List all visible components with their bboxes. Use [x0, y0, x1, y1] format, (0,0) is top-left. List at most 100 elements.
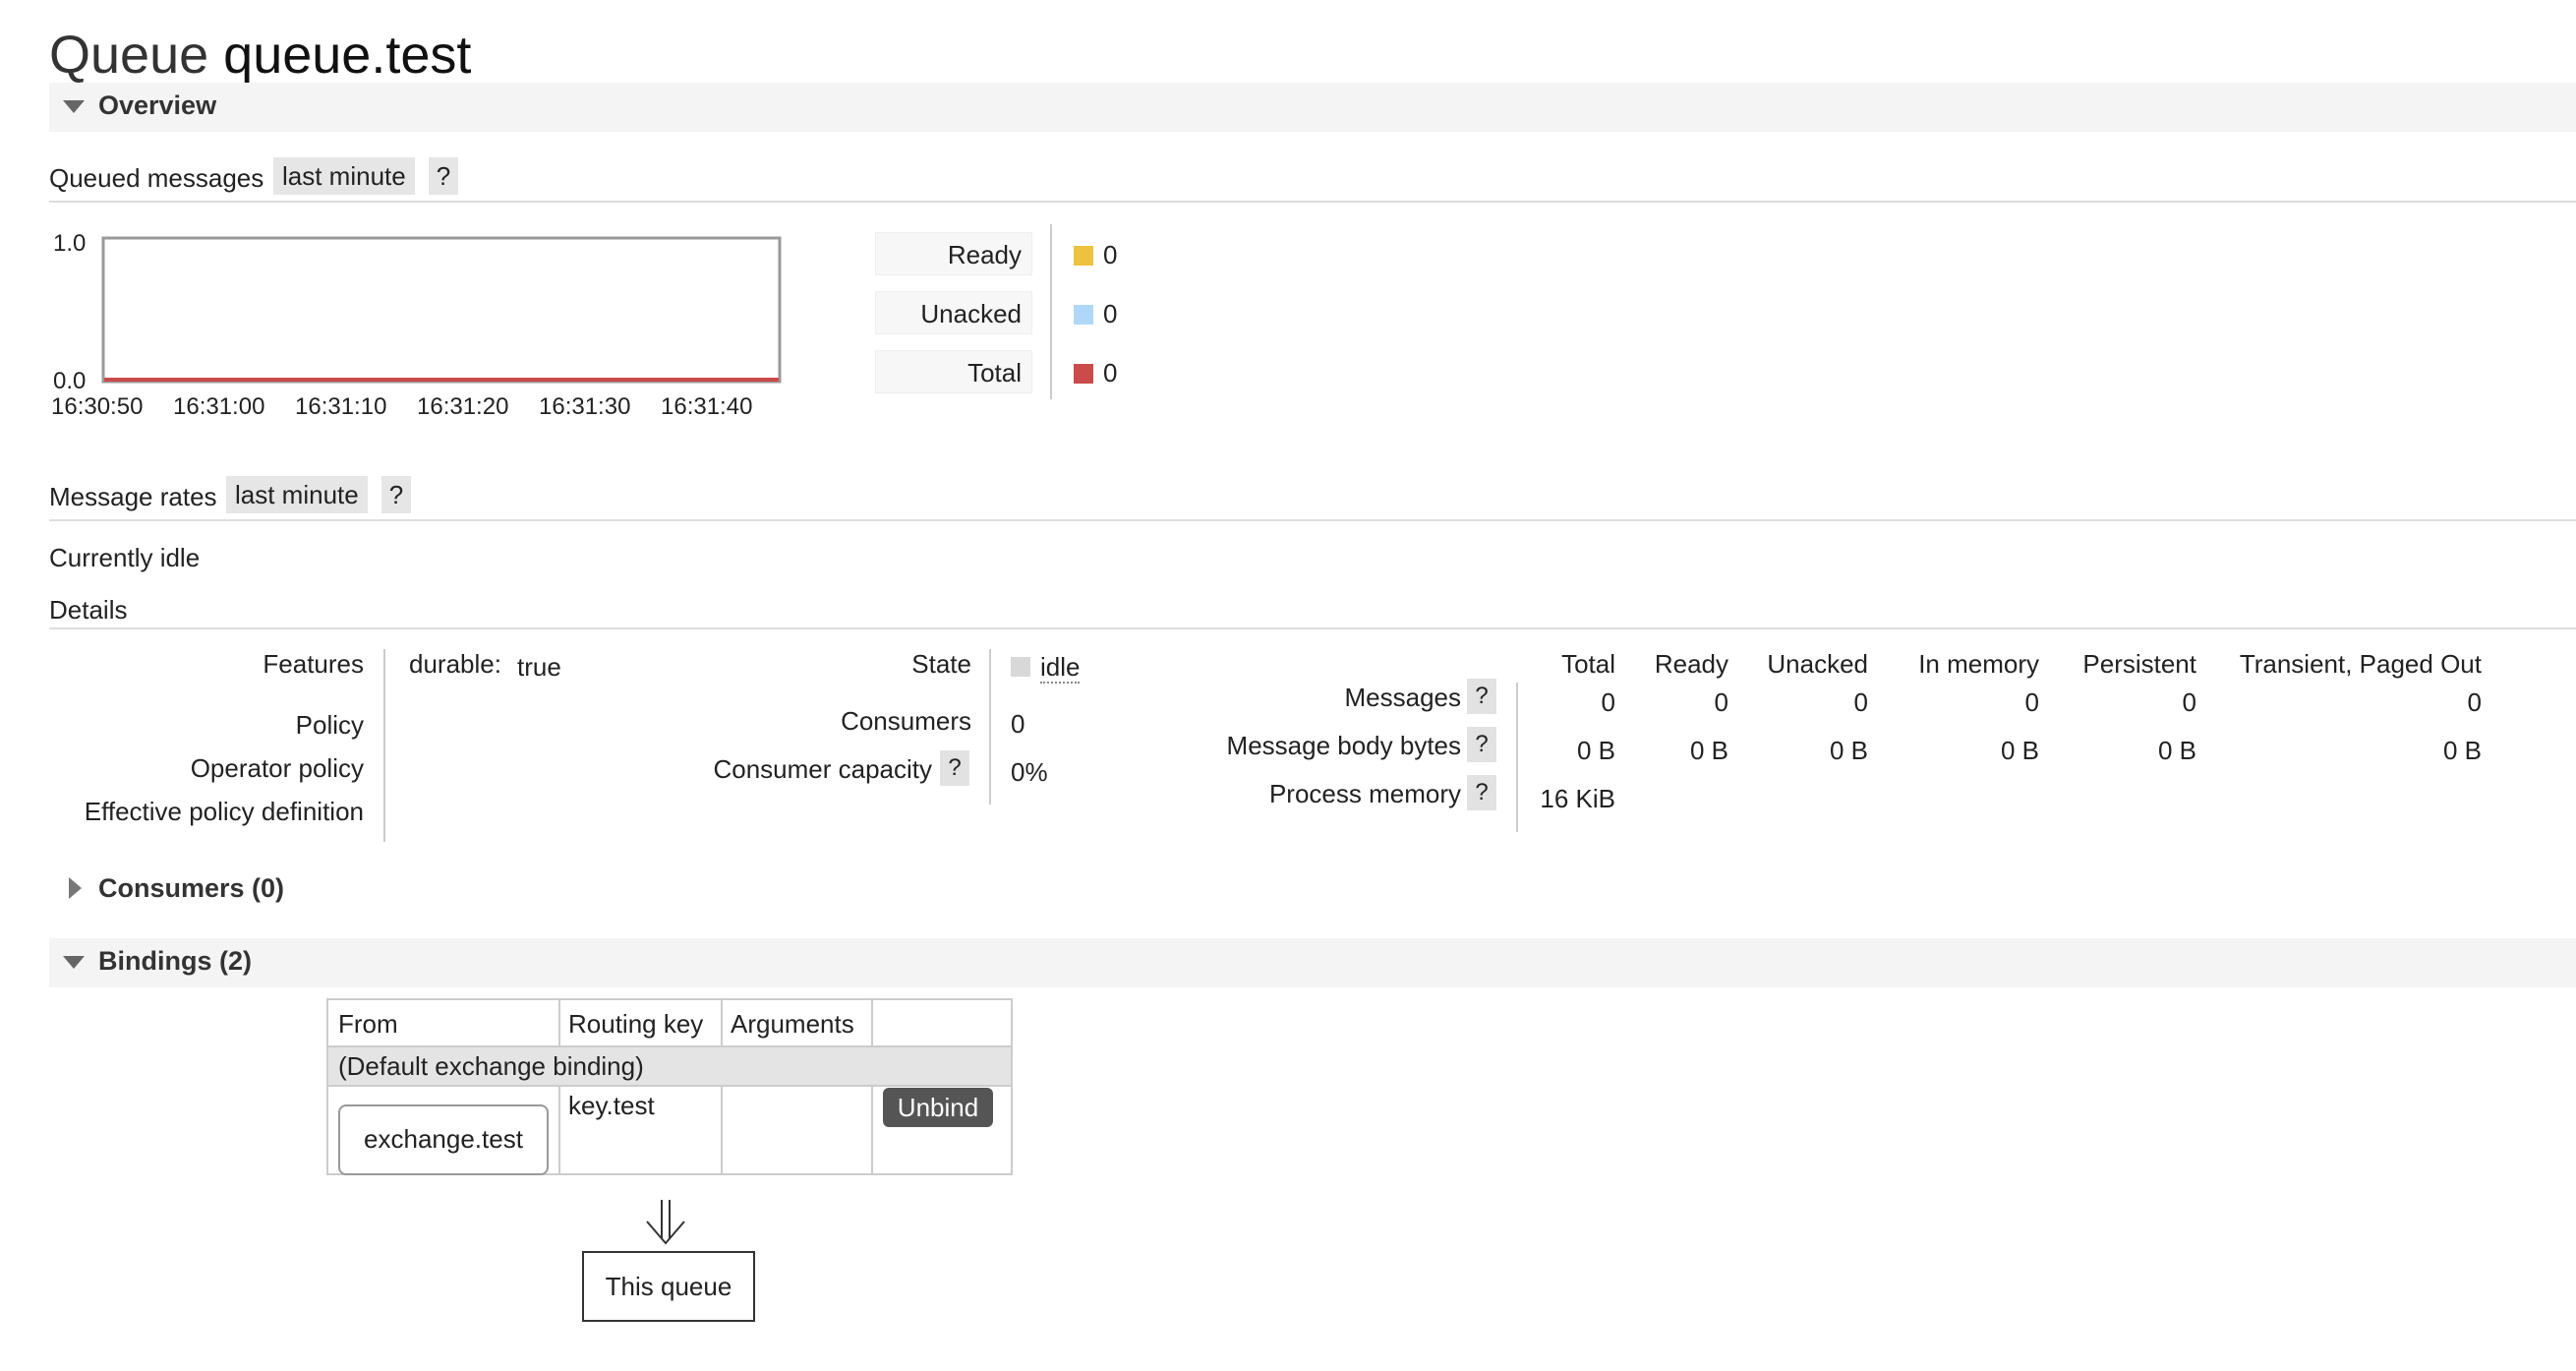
- ready-color-swatch: [1074, 246, 1093, 266]
- messages-persistent: 0: [2182, 687, 2196, 717]
- exchange-link[interactable]: exchange.test: [338, 1104, 549, 1175]
- bindings-header-routing-key: Routing key: [568, 1009, 704, 1039]
- messages-ready: 0: [1714, 687, 1728, 717]
- message-rates-header: Message rates last minute ?: [49, 476, 2576, 521]
- details-label: Details: [49, 595, 128, 625]
- rates-range-selector[interactable]: last minute: [226, 476, 368, 513]
- consumer-capacity-value: 0%: [1011, 757, 1048, 787]
- default-binding-text: (Default exchange binding): [338, 1051, 644, 1081]
- consumers-value: 0: [1011, 709, 1025, 739]
- currently-idle-text: Currently idle: [49, 543, 201, 572]
- bytes-unacked: 0 B: [1829, 736, 1868, 765]
- state-indicator-icon: [1011, 657, 1030, 677]
- effective-policy-label: Effective policy definition: [84, 797, 364, 826]
- page-title: Queue queue.test: [49, 24, 471, 87]
- messages-unacked: 0: [1853, 687, 1868, 717]
- bindings-section-toggle[interactable]: Bindings (2): [49, 938, 2576, 987]
- legend-unacked: Unacked: [875, 291, 1032, 334]
- bytes-ready: 0 B: [1689, 736, 1728, 765]
- bytes-in-memory: 0 B: [2000, 736, 2039, 765]
- collapse-triangle-icon: [63, 100, 85, 113]
- default-binding-row: (Default exchange binding): [328, 1047, 1011, 1087]
- legend-ready-label: Ready: [947, 240, 1022, 269]
- body-bytes-help-button[interactable]: ?: [1467, 727, 1496, 762]
- unacked-color-swatch: [1074, 305, 1093, 325]
- messages-label: Messages: [1344, 683, 1462, 712]
- bytes-transient: 0 B: [2442, 736, 2482, 765]
- col-divider: [721, 1000, 723, 1047]
- x-tick-label: 16:31:20: [417, 393, 508, 420]
- queued-range-selector[interactable]: last minute: [273, 157, 415, 195]
- features-label: Features: [263, 649, 364, 679]
- x-tick-label: 16:31:30: [539, 393, 630, 420]
- details-divider-1: [383, 649, 385, 842]
- state-label: State: [911, 649, 971, 679]
- process-memory-value: 16 KiB: [1540, 784, 1615, 813]
- stats-header-transient: Transient, Paged Out: [2239, 649, 2482, 679]
- unbind-button[interactable]: Unbind: [883, 1088, 993, 1127]
- state-value: idle: [1040, 652, 1081, 684]
- col-divider: [721, 1087, 723, 1173]
- policy-label: Policy: [295, 710, 364, 740]
- col-divider: [871, 1000, 873, 1047]
- consumers-section-toggle[interactable]: Consumers (0): [49, 865, 2576, 915]
- stats-header-persistent: Persistent: [2082, 649, 2196, 679]
- col-divider: [558, 1000, 560, 1047]
- stats-header-total: Total: [1561, 649, 1615, 679]
- exchange-name: exchange.test: [364, 1124, 523, 1154]
- operator-policy-label: Operator policy: [190, 753, 364, 783]
- x-tick-label: 16:31:10: [295, 393, 386, 420]
- overview-label: Overview: [98, 90, 217, 120]
- bindings-header-arguments: Arguments: [731, 1009, 854, 1039]
- process-memory-help-button[interactable]: ?: [1467, 775, 1496, 810]
- consumer-capacity-label: Consumer capacity: [713, 754, 932, 784]
- stats-header-in-memory: In memory: [1918, 649, 2039, 679]
- queued-messages-chart: 1.0 0.0 16:30:50 16:31:00 16:31:10 16:31:20…: [51, 230, 782, 420]
- bytes-total: 0 B: [1576, 736, 1615, 765]
- legend-total-value: 0: [1103, 358, 1118, 387]
- queued-messages-label: Queued messages: [49, 163, 264, 193]
- queued-messages-header: Queued messages last minute ?: [49, 157, 2576, 203]
- bindings-header-from: From: [338, 1009, 398, 1039]
- messages-total: 0: [1601, 687, 1615, 717]
- legend-ready-value: 0: [1103, 240, 1118, 269]
- x-tick-label: 16:30:50: [51, 393, 143, 420]
- process-memory-label: Process memory: [1268, 779, 1461, 808]
- x-tick-label: 16:31:40: [661, 393, 752, 420]
- col-divider: [871, 1087, 873, 1173]
- y-min-label: 0.0: [53, 368, 86, 394]
- page-title-prefix: Queue: [49, 26, 209, 85]
- routing-key-value: key.test: [568, 1091, 655, 1120]
- features-key: durable:: [409, 649, 501, 679]
- y-max-label: 1.0: [53, 230, 86, 257]
- legend-total-label: Total: [967, 358, 1022, 387]
- legend-total: Total: [875, 350, 1032, 393]
- legend-ready: Ready: [875, 232, 1032, 275]
- queued-help-button[interactable]: ?: [429, 157, 458, 195]
- messages-in-memory: 0: [2024, 687, 2039, 717]
- this-queue-label: This queue: [605, 1272, 732, 1301]
- queue-name: queue.test: [223, 26, 472, 85]
- messages-help-button[interactable]: ?: [1467, 679, 1496, 714]
- messages-transient: 0: [2467, 687, 2482, 717]
- total-color-swatch: [1074, 364, 1093, 384]
- stats-header-unacked: Unacked: [1767, 649, 1868, 679]
- details-header: Details: [49, 590, 2576, 629]
- expand-triangle-icon: [69, 877, 82, 899]
- rates-help-button[interactable]: ?: [381, 476, 411, 513]
- overview-section-toggle[interactable]: Overview: [49, 83, 2576, 132]
- legend-unacked-value: 0: [1103, 299, 1118, 328]
- x-tick-label: 16:31:00: [173, 393, 264, 420]
- stats-divider: [1516, 683, 1518, 832]
- stats-header-ready: Ready: [1654, 649, 1728, 679]
- message-rates-label: Message rates: [49, 482, 217, 511]
- consumers-label: Consumers (0): [98, 873, 285, 903]
- consumer-capacity-help-button[interactable]: ?: [940, 750, 969, 786]
- details-divider-2: [989, 649, 991, 805]
- plot-area: [101, 236, 782, 384]
- collapse-triangle-icon: [63, 956, 85, 969]
- col-divider: [558, 1087, 560, 1173]
- bindings-label: Bindings (2): [98, 946, 252, 976]
- bindings-table: From Routing key Arguments (Default exch…: [326, 998, 1013, 1175]
- features-value: true: [517, 652, 561, 682]
